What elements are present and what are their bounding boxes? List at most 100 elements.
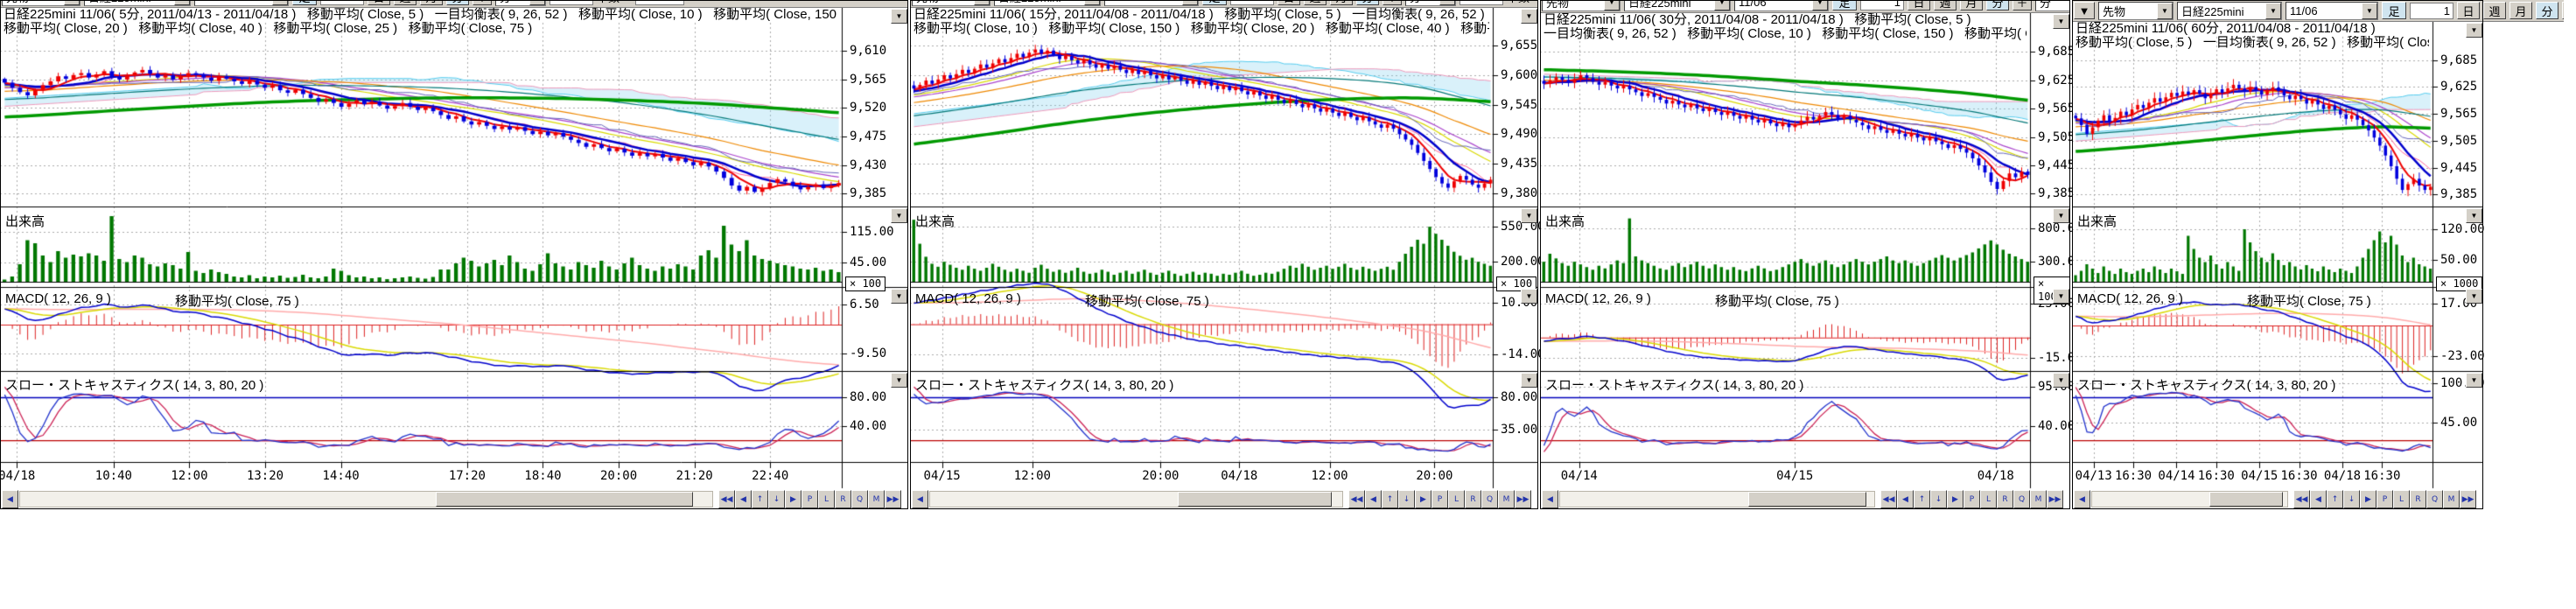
- instrument-type-select[interactable]: 先物▼: [1542, 0, 1620, 11]
- nav-button[interactable]: ↑: [2327, 490, 2343, 508]
- nav-button[interactable]: L: [1980, 490, 1997, 508]
- section-dropdown-button[interactable]: ▼: [2466, 208, 2482, 223]
- nav-button[interactable]: L: [2393, 490, 2410, 508]
- h-scrollbar-thumb[interactable]: [1178, 492, 1332, 507]
- chevron-down-icon[interactable]: ▼: [1182, 0, 1198, 5]
- daily-button[interactable]: 日: [368, 0, 390, 5]
- nav-button[interactable]: ◀: [2310, 490, 2327, 508]
- h-scrollbar-track[interactable]: [1559, 491, 1875, 508]
- nav-button[interactable]: ◀◀: [1880, 490, 1897, 508]
- toolbar-input[interactable]: 1: [1230, 0, 1274, 5]
- minute-button[interactable]: 分: [446, 0, 469, 5]
- nav-button[interactable]: P: [1432, 490, 1448, 508]
- scroll-left-button[interactable]: ◀: [2, 490, 18, 508]
- section-dropdown-button[interactable]: ▼: [891, 373, 907, 388]
- nav-button[interactable]: ◀: [735, 490, 752, 508]
- weekly-button[interactable]: 週: [394, 0, 416, 5]
- section-dropdown-button[interactable]: ▼: [2053, 289, 2069, 304]
- nav-button[interactable]: L: [1448, 490, 1465, 508]
- chart-canvas[interactable]: [2072, 0, 2483, 509]
- nav-button[interactable]: P: [802, 490, 818, 508]
- toolbar-input[interactable]: 1: [320, 0, 364, 5]
- minute-button[interactable]: 分▼: [495, 0, 546, 6]
- chart-canvas[interactable]: [0, 0, 908, 509]
- symbol-select[interactable]: 日経225mini▼: [2177, 2, 2282, 20]
- nav-button[interactable]: ▶: [785, 490, 802, 508]
- instrument-type-select[interactable]: 先物▼: [2, 0, 80, 6]
- monthly-button[interactable]: 月: [420, 0, 443, 5]
- nav-button[interactable]: R: [1997, 490, 2013, 508]
- weekly-button[interactable]: 週: [2483, 2, 2506, 19]
- nav-button[interactable]: ↓: [2343, 490, 2360, 508]
- h-scrollbar-thumb[interactable]: [2209, 492, 2284, 507]
- nav-button[interactable]: ▶▶: [2460, 490, 2476, 508]
- nav-button[interactable]: R: [1465, 490, 1481, 508]
- add-button[interactable]: ＋: [472, 0, 492, 5]
- symbol-select[interactable]: 日経225mini▼: [994, 0, 1101, 6]
- minute-button[interactable]: 分: [1986, 0, 2009, 10]
- nav-button[interactable]: R: [2410, 490, 2426, 508]
- chevron-down-icon[interactable]: ▼: [1714, 0, 1730, 10]
- symbol-select[interactable]: 日経225mini▼: [1624, 0, 1731, 11]
- h-scrollbar-track[interactable]: [19, 491, 713, 508]
- daily-button[interactable]: 日: [1278, 0, 1300, 5]
- section-dropdown-button[interactable]: ▼: [2053, 14, 2069, 29]
- instrument-type-select[interactable]: 先物▼: [912, 0, 990, 6]
- bar-type-button[interactable]: 足: [292, 0, 317, 5]
- nav-button[interactable]: ↑: [752, 490, 768, 508]
- toolbar-input[interactable]: 60: [1460, 0, 1503, 5]
- chevron-down-icon[interactable]: ▼: [2157, 3, 2173, 19]
- tick-button[interactable]: T: [2562, 2, 2564, 19]
- monthly-button[interactable]: 月: [1330, 0, 1353, 5]
- chevron-down-icon[interactable]: ▼: [1812, 0, 1828, 10]
- weekly-button[interactable]: 週: [1304, 0, 1326, 5]
- nav-button[interactable]: Q: [851, 490, 868, 508]
- nav-button[interactable]: ◀: [1365, 490, 1382, 508]
- monthly-button[interactable]: 月: [2510, 2, 2532, 19]
- section-dropdown-button[interactable]: ▼: [891, 9, 907, 24]
- chevron-down-icon[interactable]: ▼: [1604, 0, 1620, 10]
- h-scrollbar-track[interactable]: [2091, 491, 2288, 508]
- chevron-down-icon[interactable]: ▼: [174, 0, 190, 5]
- nav-button[interactable]: ▶: [1947, 490, 1964, 508]
- symbol-select[interactable]: 日経225mini▼: [84, 0, 191, 6]
- chevron-down-icon[interactable]: ▼: [2069, 0, 2070, 10]
- scroll-left-button[interactable]: ◀: [912, 490, 928, 508]
- toolbar-input[interactable]: 1: [2410, 3, 2454, 19]
- nav-button[interactable]: ▶▶: [1515, 490, 1531, 508]
- nav-button[interactable]: ▶: [1415, 490, 1432, 508]
- nav-button[interactable]: Q: [1481, 490, 1498, 508]
- contract-month-select[interactable]: 11/06▼: [2286, 2, 2378, 20]
- chevron-down-icon[interactable]: ▼: [64, 0, 80, 5]
- toolbar-input[interactable]: 1: [1860, 0, 1904, 10]
- toolbar-input[interactable]: 600: [635, 0, 684, 5]
- contract-month-select[interactable]: 11/06▼: [194, 0, 289, 6]
- nav-button[interactable]: ↑: [1914, 490, 1930, 508]
- section-dropdown-button[interactable]: ▼: [2053, 373, 2069, 388]
- section-dropdown-button[interactable]: ▼: [891, 208, 907, 223]
- chevron-down-icon[interactable]: ▼: [2362, 3, 2377, 19]
- section-dropdown-button[interactable]: ▼: [2053, 208, 2069, 223]
- bar-type-button[interactable]: 足: [2382, 2, 2406, 19]
- nav-button[interactable]: ◀◀: [718, 490, 735, 508]
- minute-button[interactable]: 分: [1356, 0, 1379, 5]
- nav-button[interactable]: ▶: [2360, 490, 2376, 508]
- daily-button[interactable]: 日: [2457, 2, 2480, 19]
- nav-button[interactable]: ↓: [768, 490, 785, 508]
- nav-button[interactable]: ◀◀: [1348, 490, 1365, 508]
- nav-button[interactable]: ↓: [1930, 490, 1947, 508]
- nav-button[interactable]: M: [868, 490, 885, 508]
- toolbar-input[interactable]: 60: [550, 0, 593, 5]
- nav-button[interactable]: ◀◀: [2293, 490, 2310, 508]
- section-dropdown-button[interactable]: ▼: [1521, 208, 1537, 223]
- chevron-down-icon[interactable]: ▼: [272, 0, 288, 5]
- nav-button[interactable]: ↑: [1382, 490, 1398, 508]
- nav-button[interactable]: M: [1498, 490, 1515, 508]
- h-scrollbar-track[interactable]: [929, 491, 1343, 508]
- section-dropdown-button[interactable]: ▼: [1521, 373, 1537, 388]
- minute-button[interactable]: 分▼: [1405, 0, 1456, 6]
- chevron-down-icon[interactable]: ▼: [2265, 3, 2281, 19]
- chevron-down-icon[interactable]: ▼: [1439, 0, 1455, 5]
- nav-button[interactable]: ↓: [1398, 490, 1415, 508]
- bar-type-button[interactable]: 足: [1832, 0, 1857, 10]
